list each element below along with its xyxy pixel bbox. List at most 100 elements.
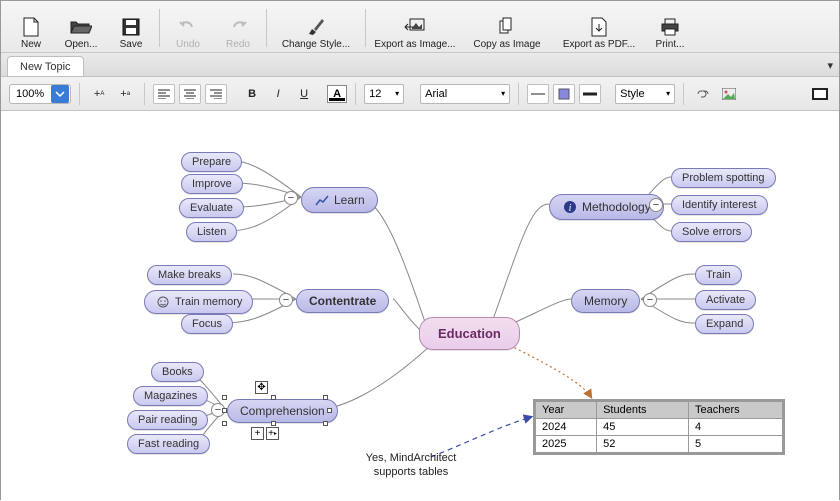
selection-handle[interactable]	[323, 395, 328, 400]
collapse-learn[interactable]: −	[284, 191, 298, 205]
selection-handle[interactable]	[222, 421, 227, 426]
leaf-focus[interactable]: Focus	[181, 314, 233, 334]
collapse-memory[interactable]: −	[643, 293, 657, 307]
image-icon	[722, 88, 736, 100]
node-learn-label: Learn	[334, 193, 365, 207]
new-label: New	[21, 40, 41, 50]
leaf-problem-spotting[interactable]: Problem spotting	[671, 168, 776, 188]
export-pdf-icon	[590, 17, 608, 37]
table-header: Teachers	[689, 402, 783, 419]
selection-handle[interactable]	[222, 395, 227, 400]
align-left-icon	[158, 89, 170, 99]
redo-icon	[228, 20, 248, 34]
leaf-activate[interactable]: Activate	[695, 290, 756, 310]
align-center-button[interactable]	[179, 84, 201, 104]
align-right-button[interactable]	[205, 84, 227, 104]
selection-handle[interactable]	[327, 408, 332, 413]
leaf-identify-interest[interactable]: Identify interest	[671, 195, 768, 215]
node-methodology[interactable]: i Methodology	[549, 194, 664, 220]
leaf-train-memory-label: Train memory	[175, 296, 242, 308]
embedded-table[interactable]: Year Students Teachers 2024 45 4 2025 52…	[533, 399, 785, 455]
font-name-select[interactable]: Arial ▾	[420, 84, 510, 104]
leaf-make-breaks[interactable]: Make breaks	[147, 265, 232, 285]
table-header: Students	[597, 402, 689, 419]
zoom-value: 100%	[10, 88, 50, 100]
selection-handle[interactable]	[323, 421, 328, 426]
leaf-expand[interactable]: Expand	[695, 314, 754, 334]
change-style-button[interactable]: Change Style...	[271, 6, 361, 50]
align-left-button[interactable]	[153, 84, 175, 104]
tab-bar: New Topic ▾	[1, 53, 839, 77]
leaf-pair-reading[interactable]: Pair reading	[127, 410, 208, 430]
leaf-solve-errors[interactable]: Solve errors	[671, 222, 752, 242]
node-learn[interactable]: Learn	[301, 187, 378, 213]
save-button[interactable]: Save	[107, 6, 155, 50]
tab-new-topic[interactable]: New Topic	[7, 56, 84, 76]
format-toolbar: 100% +A +a B I U A 12 ▾ Arial ▾ Style ▾	[1, 77, 839, 111]
change-style-label: Change Style...	[282, 40, 350, 50]
font-size-select[interactable]: 12 ▾	[364, 84, 404, 104]
table-row[interactable]: 2024 45 4	[536, 419, 783, 436]
info-icon: i	[562, 199, 578, 215]
zoom-dropdown-button[interactable]	[51, 85, 69, 103]
node-concentrate[interactable]: Contentrate	[296, 289, 389, 313]
underline-button[interactable]: U	[293, 84, 315, 104]
node-memory[interactable]: Memory	[571, 289, 640, 313]
node-center[interactable]: Education	[419, 317, 520, 350]
export-image-button[interactable]: Export as Image...	[370, 6, 460, 50]
line-style-button[interactable]	[553, 84, 575, 104]
node-comprehension[interactable]: Comprehension	[227, 399, 338, 423]
smile-icon	[155, 294, 171, 310]
chevron-down-icon: ▾	[666, 89, 670, 98]
zoom-control[interactable]: 100%	[9, 84, 71, 104]
copy-image-button[interactable]: Copy as Image	[462, 6, 552, 50]
style-select[interactable]: Style ▾	[615, 84, 675, 104]
decrease-font-button[interactable]: +a	[114, 84, 136, 104]
align-center-icon	[184, 89, 196, 99]
redo-label: Redo	[226, 40, 250, 50]
leaf-train-memory[interactable]: Train memory	[144, 290, 253, 314]
table-row[interactable]: 2025 52 5	[536, 436, 783, 453]
line-thin-button[interactable]	[527, 84, 549, 104]
selection-handle[interactable]	[271, 421, 276, 426]
selection-handle[interactable]	[222, 408, 227, 413]
redo-button[interactable]: Redo	[214, 6, 262, 50]
collapse-concentrate[interactable]: −	[279, 293, 293, 307]
line-thick-button[interactable]	[579, 84, 601, 104]
leaf-improve[interactable]: Improve	[181, 174, 243, 194]
undo-button[interactable]: Undo	[164, 6, 212, 50]
export-pdf-button[interactable]: Export as PDF...	[554, 6, 644, 50]
align-right-icon	[210, 89, 222, 99]
new-button[interactable]: New	[7, 6, 55, 50]
italic-button[interactable]: I	[267, 84, 289, 104]
leaf-books[interactable]: Books	[151, 362, 204, 382]
leaf-fast-reading[interactable]: Fast reading	[127, 434, 210, 454]
leaf-listen[interactable]: Listen	[186, 222, 237, 242]
leaf-prepare[interactable]: Prepare	[181, 152, 242, 172]
export-pdf-label: Export as PDF...	[563, 40, 635, 50]
leaf-magazines[interactable]: Magazines	[133, 386, 208, 406]
chevron-down-icon: ▾	[395, 89, 399, 98]
undo-icon	[178, 20, 198, 34]
chevron-down-icon: ▾	[501, 89, 505, 98]
open-label: Open...	[65, 40, 98, 50]
image-button[interactable]	[718, 84, 740, 104]
collapse-methodology[interactable]: −	[649, 198, 663, 212]
drag-handle-icon[interactable]: ✥	[255, 381, 268, 394]
tab-overflow-button[interactable]: ▾	[827, 59, 833, 72]
file-new-icon	[22, 17, 40, 37]
bold-button[interactable]: B	[241, 84, 263, 104]
link-button[interactable]	[692, 84, 714, 104]
selection-handle[interactable]	[271, 395, 276, 400]
fullscreen-button[interactable]	[809, 84, 831, 104]
mindmap-canvas[interactable]: Education Learn − Prepare Improve Evalua…	[1, 111, 839, 501]
print-icon	[660, 18, 680, 36]
open-button[interactable]: Open...	[57, 6, 105, 50]
add-sibling-button[interactable]: +▸	[266, 427, 279, 440]
print-button[interactable]: Print...	[646, 6, 694, 50]
leaf-evaluate[interactable]: Evaluate	[179, 198, 244, 218]
add-child-button[interactable]: +	[251, 427, 264, 440]
leaf-train[interactable]: Train	[695, 265, 742, 285]
font-color-button[interactable]: A	[327, 85, 347, 103]
increase-font-button[interactable]: +A	[88, 84, 110, 104]
